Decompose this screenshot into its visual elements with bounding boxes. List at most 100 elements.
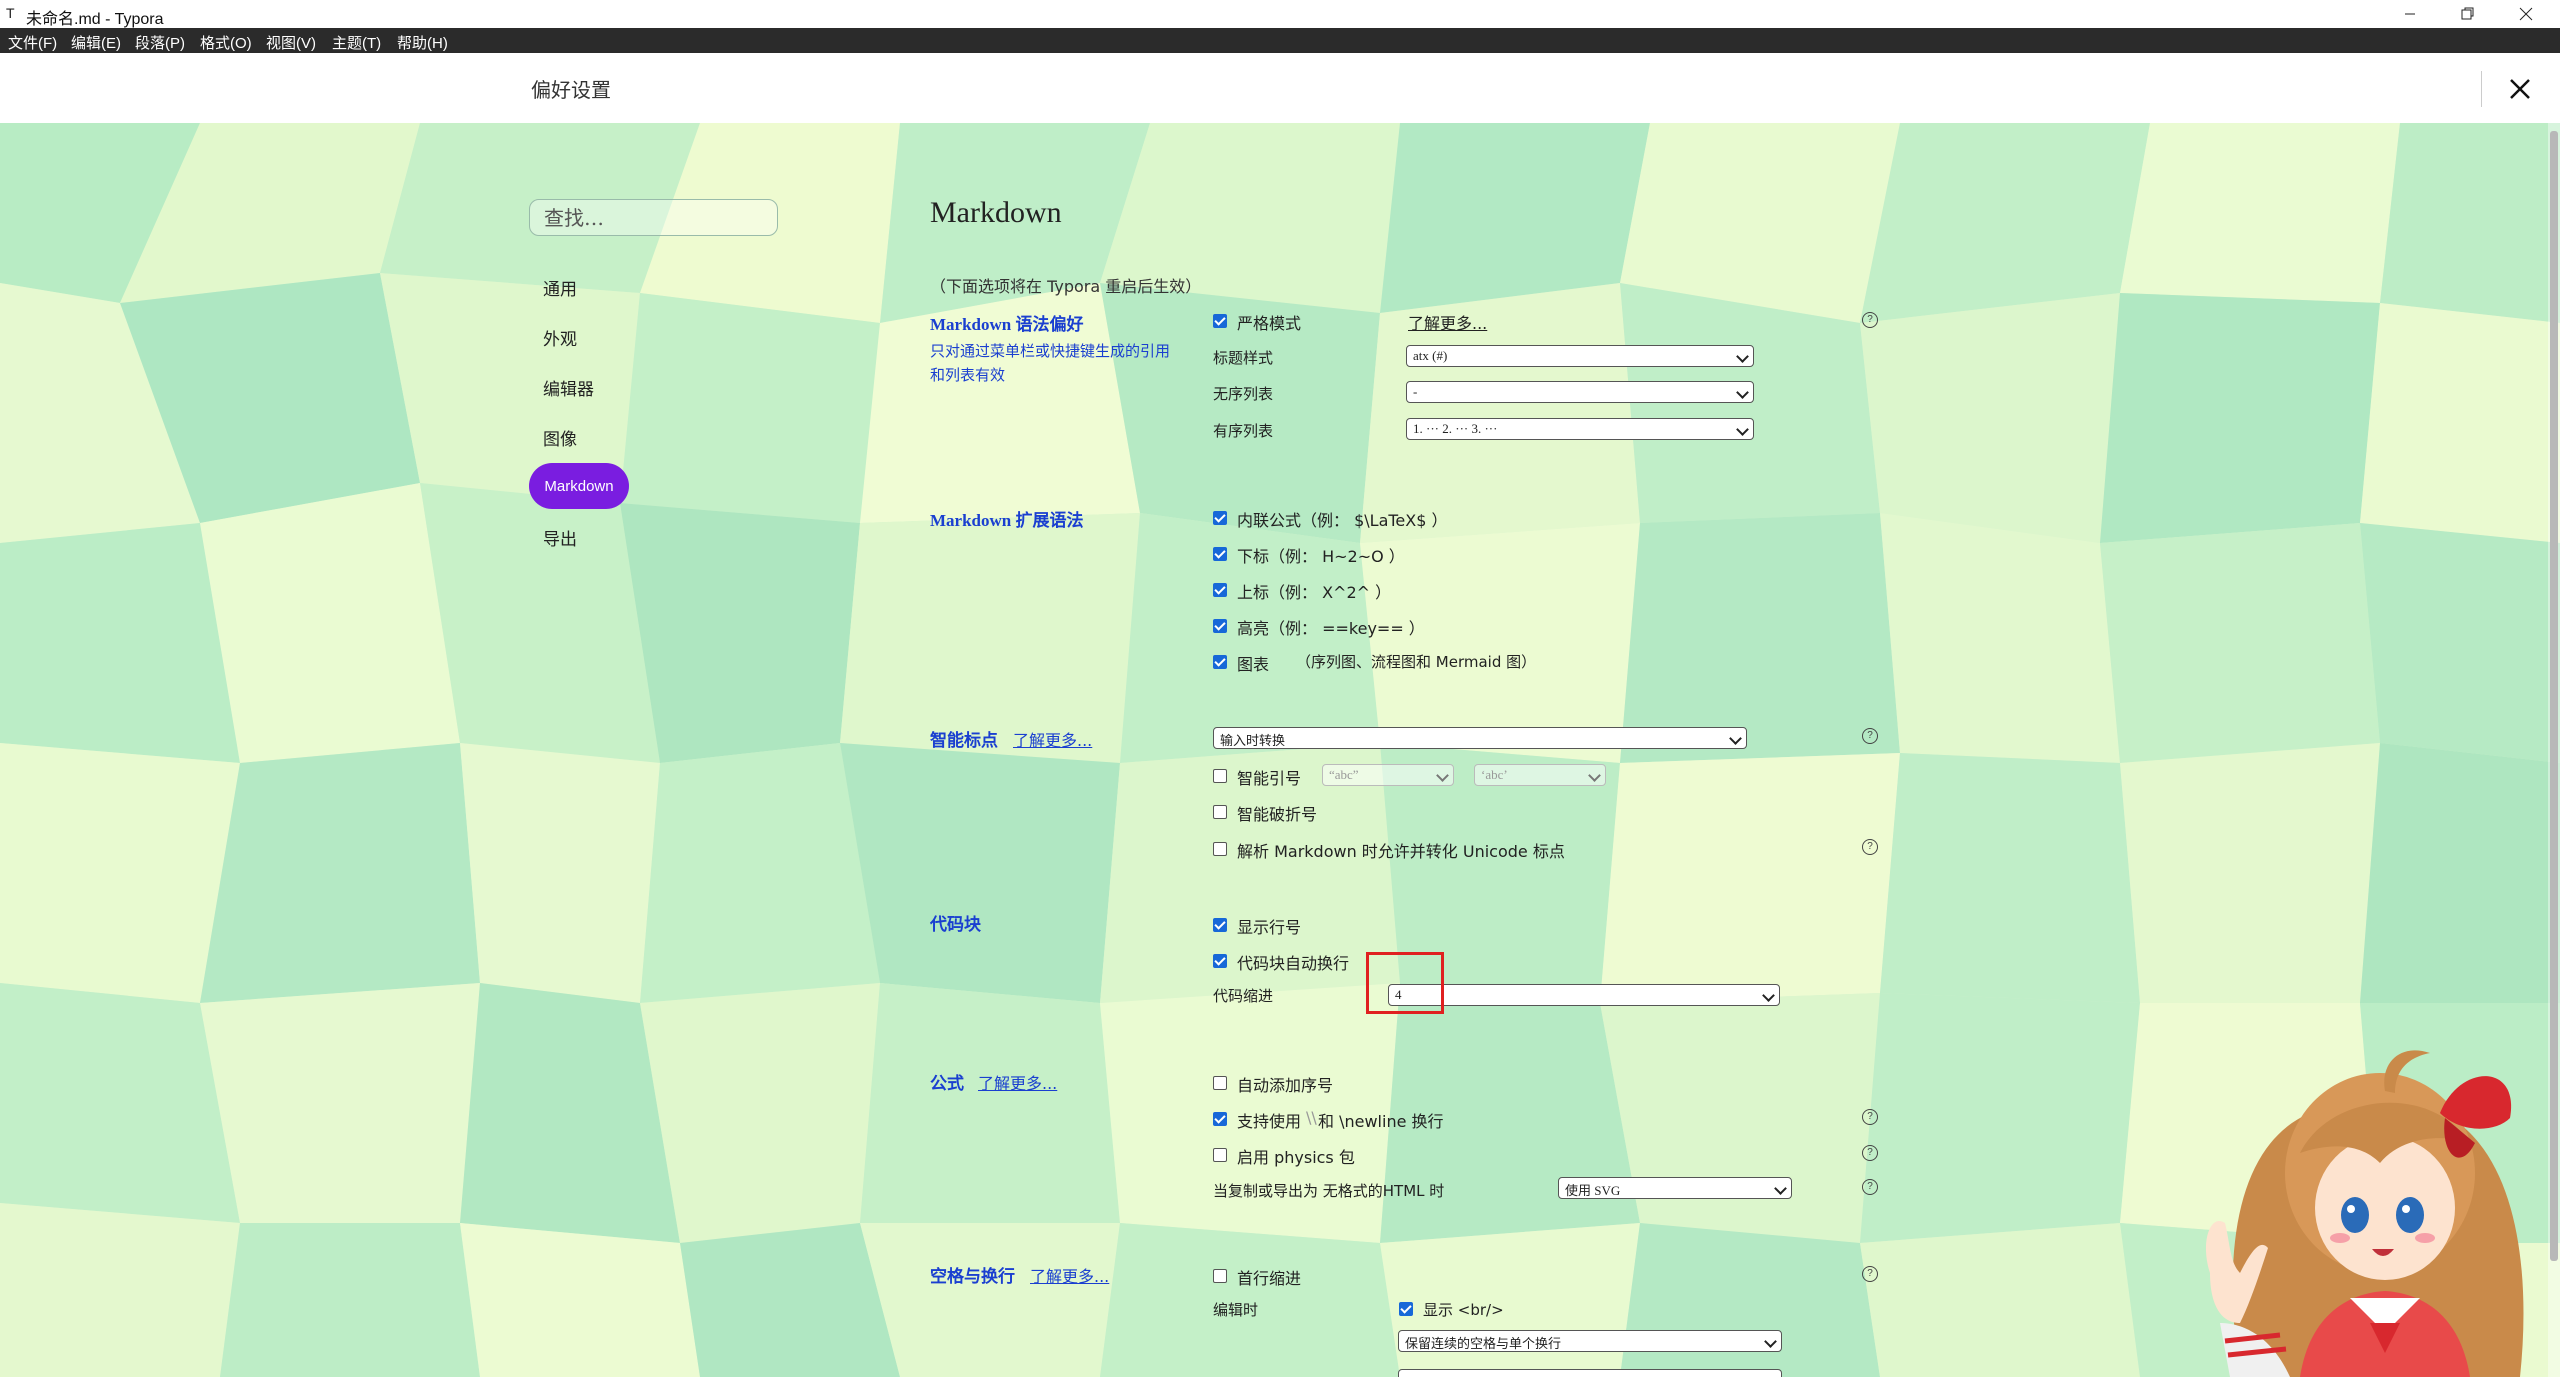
highlight-annotation-box [1366,952,1444,1014]
newline-checkbox[interactable] [1213,1112,1227,1126]
sidebar-item-appearance[interactable]: 外观 [543,325,577,350]
single-quote-select[interactable]: ‘abc’ [1474,764,1606,786]
show-br-checkbox[interactable] [1399,1302,1413,1316]
menu-theme[interactable]: 主题(T) [332,32,381,53]
unicode-punctuation-label: 解析 Markdown 时允许并转化 Unicode 标点 [1237,842,1565,861]
smart-punctuation-mode-value: 输入时转换 [1220,733,1286,748]
window-close-button[interactable] [2498,0,2554,28]
newline-backslash: \\ [1306,1108,1317,1127]
menu-help[interactable]: 帮助(H) [397,32,448,53]
code-indent-label: 代码缩进 [1213,987,1274,1005]
menu-file[interactable]: 文件(F) [8,32,57,53]
menu-edit[interactable]: 编辑(E) [71,32,121,53]
section-title-extended: Markdown 扩展语法 [930,511,1084,530]
chevron-down-icon [1436,769,1449,782]
heading-style-value: atx (#) [1413,348,1448,363]
chevron-down-icon [1736,423,1749,436]
section-title-whitespace: 空格与换行 [930,1267,1015,1286]
help-icon[interactable]: ? [1862,312,1878,328]
sidebar-item-export[interactable]: 导出 [543,525,577,550]
whitespace-learn-more-link[interactable]: 了解更多... [1030,1263,1109,1287]
menu-view[interactable]: 视图(V) [266,32,316,53]
unordered-list-value: - [1413,384,1418,399]
minimize-button[interactable] [2382,0,2438,28]
window-titlebar: T 未命名.md - Typora [0,0,2560,28]
code-indent-select[interactable]: 4 [1388,984,1780,1006]
partial-select[interactable] [1398,1369,1782,1377]
unordered-list-label: 无序列表 [1213,385,1274,403]
whitespace-preserve-select[interactable]: 保留连续的空格与单个换行 [1398,1330,1782,1352]
first-line-indent-checkbox[interactable] [1213,1269,1227,1283]
preferences-close-button[interactable] [2500,69,2540,109]
first-line-indent-label: 首行缩进 [1237,1269,1302,1288]
menu-paragraph[interactable]: 段落(P) [135,32,185,53]
help-icon[interactable]: ? [1862,1109,1878,1125]
sidebar-item-general[interactable]: 通用 [543,275,577,300]
smart-dash-checkbox[interactable] [1213,805,1227,819]
math-learn-more-link[interactable]: 了解更多... [978,1070,1057,1094]
search-input[interactable] [529,199,778,236]
inline-math-label: 内联公式（例： $\LaTeX$ ） [1237,511,1448,530]
scrollbar-thumb[interactable] [2550,131,2558,1261]
restore-button[interactable] [2440,0,2496,28]
math-export-select[interactable]: 使用 SVG [1558,1177,1792,1199]
double-quote-value: “abc” [1329,767,1359,782]
section-title-syntax: Markdown 语法偏好 [930,315,1084,334]
code-wrap-label: 代码块自动换行 [1237,954,1350,973]
help-icon[interactable]: ? [1862,728,1878,744]
section-title-math: 公式 [930,1074,964,1093]
strict-mode-label: 严格模式 [1237,314,1302,333]
chevron-down-icon [1736,350,1749,363]
heading-style-label: 标题样式 [1213,349,1274,367]
sidebar-item-markdown[interactable]: Markdown [529,463,629,509]
help-icon[interactable]: ? [1862,1145,1878,1161]
ordered-list-value: 1. ··· 2. ··· 3. ··· [1413,421,1498,436]
highlight-checkbox[interactable] [1213,619,1227,633]
line-numbers-checkbox[interactable] [1213,918,1227,932]
unordered-list-select[interactable]: - [1406,381,1754,403]
preferences-title: 偏好设置 [531,78,611,102]
math-export-value: 使用 SVG [1565,1183,1621,1198]
strict-mode-checkbox[interactable] [1213,314,1227,328]
superscript-checkbox[interactable] [1213,583,1227,597]
page-title: Markdown [930,196,1062,229]
preferences-content: 通用 外观 编辑器 图像 Markdown 导出 Markdown （下面选项将… [0,123,2560,1377]
diagrams-label: 图表 [1237,655,1270,674]
smart-quotes-checkbox[interactable] [1213,769,1227,783]
physics-label: 启用 physics 包 [1237,1148,1355,1167]
ordered-list-select[interactable]: 1. ··· 2. ··· 3. ··· [1406,418,1754,440]
chevron-down-icon [1774,1182,1787,1195]
auto-number-checkbox[interactable] [1213,1076,1227,1090]
smart-dash-label: 智能破折号 [1237,805,1318,824]
minimize-icon [2405,13,2415,15]
physics-checkbox[interactable] [1213,1148,1227,1162]
sidebar-item-editor[interactable]: 编辑器 [543,375,594,400]
help-icon[interactable]: ? [1862,839,1878,855]
whitespace-preserve-value: 保留连续的空格与单个换行 [1405,1336,1562,1351]
unicode-punctuation-checkbox[interactable] [1213,842,1227,856]
mascot-illustration [2205,1050,2524,1377]
code-wrap-checkbox[interactable] [1213,954,1227,968]
help-icon[interactable]: ? [1862,1179,1878,1195]
double-quote-select[interactable]: “abc” [1322,764,1454,786]
chevron-down-icon [1729,732,1742,745]
strict-mode-learn-more-link[interactable]: 了解更多... [1408,310,1487,334]
newline-label-prefix: 支持使用 [1237,1112,1302,1131]
diagrams-checkbox[interactable] [1213,655,1227,669]
newline-label-suffix: 和 \newline 换行 [1318,1112,1444,1131]
single-quote-value: ‘abc’ [1481,767,1508,782]
restart-note: （下面选项将在 Typora 重启后生效） [930,277,1202,296]
sidebar-item-image[interactable]: 图像 [543,425,577,450]
smart-punctuation-learn-more-link[interactable]: 了解更多... [1013,727,1092,751]
subscript-checkbox[interactable] [1213,547,1227,561]
section-desc-syntax: 只对通过菜单栏或快捷键生成的引用和列表有效 [930,342,1171,384]
preferences-header: 偏好设置 [0,53,2560,123]
menu-format[interactable]: 格式(O) [200,32,252,53]
restore-icon [2461,7,2474,20]
chevron-down-icon [1764,1335,1777,1348]
heading-style-select[interactable]: atx (#) [1406,345,1754,367]
smart-punctuation-mode-select[interactable]: 输入时转换 [1213,727,1747,749]
help-icon[interactable]: ? [1862,1266,1878,1282]
inline-math-checkbox[interactable] [1213,511,1227,525]
diagrams-note: （序列图、流程图和 Mermaid 图） [1296,653,1537,671]
